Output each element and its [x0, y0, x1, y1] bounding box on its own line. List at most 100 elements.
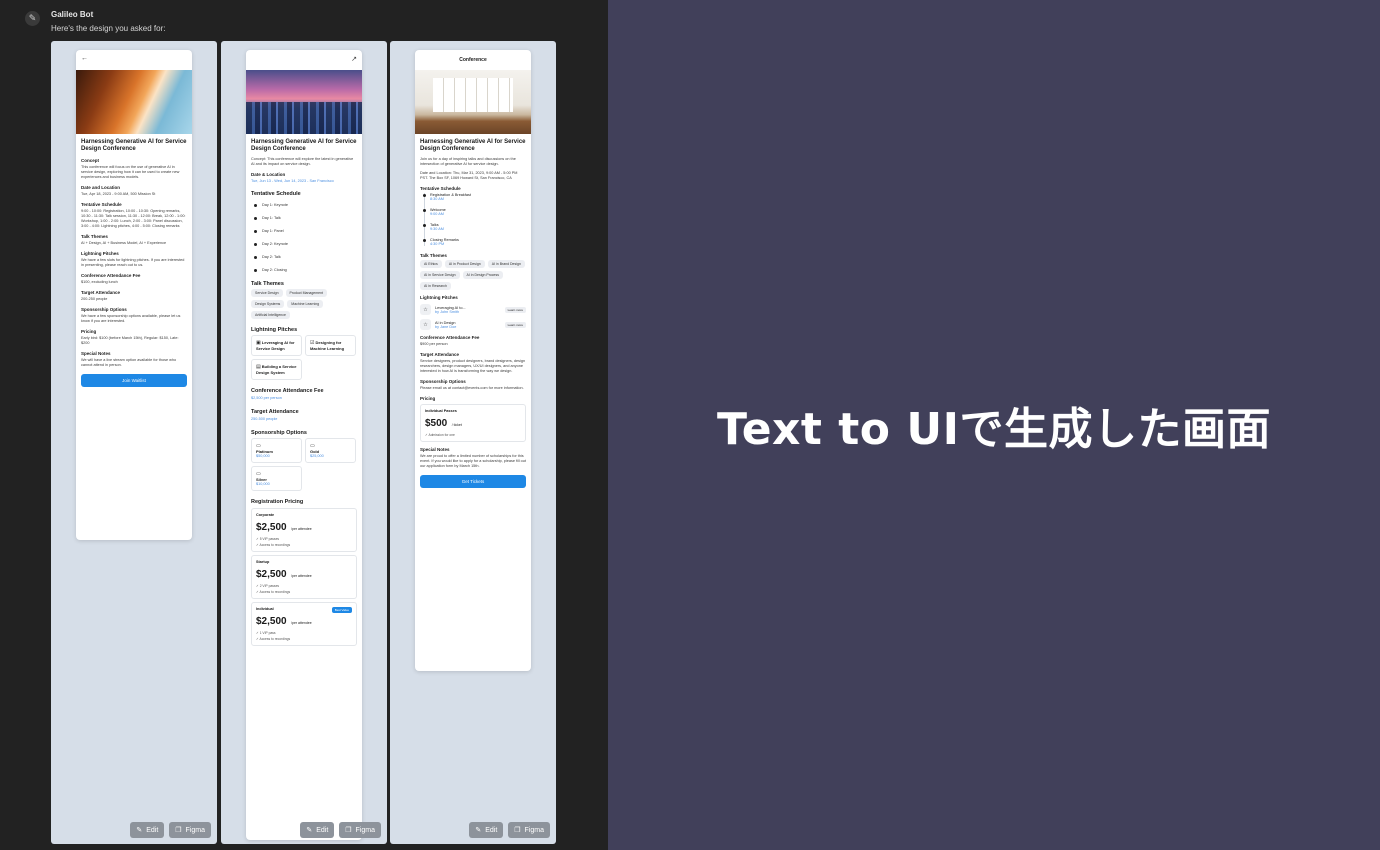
learn-more-button[interactable]: Learn more	[504, 306, 526, 313]
theme-chip[interactable]: Service Design	[251, 289, 283, 297]
plan-amount: $2,500	[256, 569, 287, 580]
section-heading: Sponsorship Options	[420, 379, 466, 384]
section-text: Join us for a day of inspiring talks and…	[420, 157, 516, 166]
theme-chip[interactable]: Artificial Intelligence	[251, 311, 290, 319]
design-panel-2[interactable]: ↗ Harnessing Generative AI for Service D…	[221, 41, 387, 844]
figma-button[interactable]: ❐ Figma	[508, 822, 550, 838]
section-heading: Conference Attendance Fee	[81, 273, 141, 278]
timeline-time: 9:30 AM	[430, 227, 444, 231]
theme-chip[interactable]: Product Management	[285, 289, 328, 297]
pitch-title: Leveraging AI for Service Design	[256, 340, 295, 351]
star-icon: ☆	[420, 319, 431, 330]
schedule-item: Day 1: Talk	[254, 216, 357, 220]
section-text: We have a few slots for lightning pitche…	[81, 258, 185, 267]
edit-icon: ✎	[306, 827, 313, 834]
sponsor-card[interactable]: ▭ Platinum $50,000	[251, 438, 302, 463]
get-tickets-button[interactable]: Get Tickets	[420, 475, 526, 488]
section-heading: Sponsorship Options	[251, 430, 307, 436]
schedule-item: Day 2: Closing	[254, 268, 357, 272]
design-panel-1[interactable]: ← Harnessing Generative AI for Service D…	[51, 41, 217, 844]
pass-name: Individual Passes	[425, 409, 457, 413]
pitch-title: Building a Service Design System	[256, 364, 297, 375]
check-icon: ✓	[256, 637, 259, 641]
pass-feature: Admission for one	[428, 433, 455, 437]
section-text: $2,500 per person	[251, 396, 282, 400]
section-heading: Special Notes	[81, 351, 111, 356]
section-heading: Target Attendance	[81, 290, 121, 295]
edit-icon: ✎	[136, 827, 143, 834]
theme-chip[interactable]: AI in Brand Design	[487, 260, 525, 268]
sponsor-card[interactable]: ▭ Gold $25,000	[305, 438, 356, 463]
edit-button[interactable]: ✎ Edit	[130, 822, 165, 838]
pitch-card[interactable]: ▤ Building a Service Design System	[251, 359, 302, 380]
section-heading: Tentative Schedule	[81, 202, 122, 207]
section-text: $100, excluding lunch	[81, 280, 118, 284]
theme-chip[interactable]: AI in Design Process	[462, 271, 504, 279]
section-heading: Talk Themes	[420, 253, 447, 258]
price-card[interactable]: Individual Passes $500 / ticket ✓ Admiss…	[420, 404, 526, 442]
edit-icon: ✎	[475, 827, 482, 834]
section-heading: Pricing	[420, 396, 436, 401]
pitch-row[interactable]: ☆ AI in Design by Jane Doe Learn more	[420, 319, 526, 330]
price-card[interactable]: Best Value Individual $2,500 /per attend…	[251, 602, 357, 646]
check-icon: ✓	[256, 537, 259, 541]
plan-feature: 2 VIP passes	[259, 584, 280, 588]
section-heading: Conference Attendance Fee	[420, 335, 480, 340]
section-heading: Lightning Pitches	[420, 295, 458, 300]
share-icon[interactable]: ↗	[351, 55, 357, 63]
price-card[interactable]: Startup $2,500 /per attendee ✓ 2 VIP pas…	[251, 555, 357, 599]
star-icon: ☆	[420, 304, 431, 315]
section-text: 9:00 - 10:00: Registration, 10:00 - 10:3…	[81, 209, 186, 228]
edit-label: Edit	[316, 826, 329, 834]
pitch-title: Designing for Machine Learning	[310, 340, 345, 351]
section-heading: Date & Location	[251, 172, 286, 177]
theme-chip[interactable]: AI in Research	[420, 282, 451, 290]
caption-text: Text to UIで生成した画面	[717, 404, 1271, 455]
section-heading: Talk Themes	[251, 281, 284, 287]
sponsor-card[interactable]: ▭ Silver $10,000	[251, 466, 302, 491]
plan-name: Startup	[256, 560, 270, 564]
section-text: Service designers, product designers, br…	[420, 359, 526, 373]
theme-chip[interactable]: AI in Service Design	[420, 271, 460, 279]
edit-button[interactable]: ✎ Edit	[300, 822, 335, 838]
pitch-row[interactable]: ☆ Leveraging AI to... by John Smith Learn…	[420, 304, 526, 315]
pass-amount: $500	[425, 418, 448, 429]
copy-icon: ❐	[514, 827, 521, 834]
edit-label: Edit	[485, 826, 498, 834]
theme-chip[interactable]: AI in Product Design	[444, 260, 485, 268]
section-text: Tue, Jun 13 - Wed, Jun 14, 2023 - San Fr…	[251, 179, 334, 183]
pitch-author: by John Smith	[435, 309, 460, 314]
pitch-card[interactable]: ▣ Leveraging AI for Service Design	[251, 335, 302, 356]
section-heading: Sponsorship Options	[81, 307, 127, 312]
learn-more-button[interactable]: Learn more	[504, 321, 526, 328]
plan-feature: Access to recordings	[259, 637, 291, 641]
figma-button[interactable]: ❐ Figma	[339, 822, 381, 838]
section-heading: Talk Themes	[81, 234, 108, 239]
section-text: We are proud to offer a limited number o…	[420, 454, 526, 468]
section-text: Concept: This conference will explore th…	[251, 157, 354, 166]
conference-title: Harnessing Generative AI for Service Des…	[251, 139, 357, 152]
plan-feature: Access to recordings	[259, 543, 291, 547]
price-card[interactable]: Corporate $2,500 /per attendee ✓ 5 VIP p…	[251, 508, 357, 552]
check-icon: ✓	[256, 590, 259, 594]
theme-chip[interactable]: Design Systems	[251, 300, 285, 308]
join-waitlist-button[interactable]: Join Waitlist	[81, 374, 187, 387]
chat-pane: ✎ Galileo Bot Here's the design you aske…	[0, 0, 608, 850]
hero-image	[246, 70, 362, 134]
pitch-card[interactable]: ☑ Designing for Machine Learning	[305, 335, 356, 356]
edit-button[interactable]: ✎ Edit	[469, 822, 504, 838]
design-panel-3[interactable]: Conference Harnessing Generative AI for …	[390, 41, 556, 844]
phone-mockup-2: ↗ Harnessing Generative AI for Service D…	[246, 50, 362, 840]
best-value-badge: Best Value	[331, 607, 352, 613]
timeline-item: Talks 9:30 AM	[423, 223, 526, 231]
section-text: 250-500 people	[251, 417, 278, 421]
theme-chip[interactable]: Machine Learning	[287, 300, 324, 308]
pitch-title: AI in Design	[435, 320, 456, 325]
bot-name: Galileo Bot	[51, 10, 94, 19]
section-heading: Tentative Schedule	[251, 191, 301, 197]
hero-image	[415, 70, 531, 134]
theme-chip[interactable]: AI Ethics	[420, 260, 442, 268]
figma-button[interactable]: ❐ Figma	[169, 822, 211, 838]
back-arrow-icon[interactable]: ←	[81, 55, 88, 62]
bot-avatar-icon: ✎	[25, 11, 40, 26]
